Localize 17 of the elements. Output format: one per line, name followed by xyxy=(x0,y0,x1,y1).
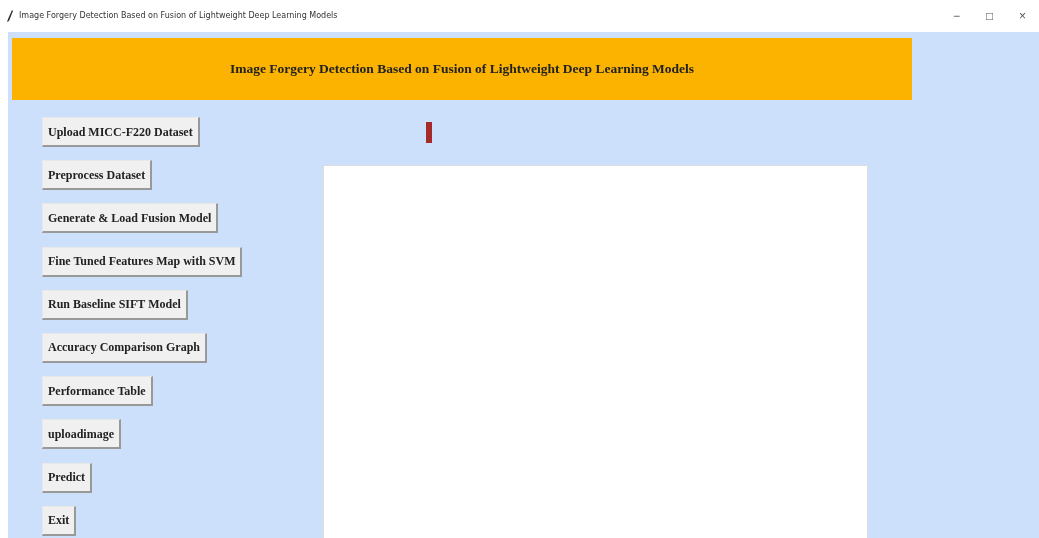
action-button[interactable]: uploadimage xyxy=(42,419,121,450)
action-button[interactable]: Preprocess Dataset xyxy=(42,160,153,191)
minimize-button[interactable]: − xyxy=(940,10,973,22)
action-button[interactable]: Upload MICC-F220 Dataset xyxy=(42,117,200,147)
window-title: Image Forgery Detection Based on Fusion of Lightweight Deep Learning Models xyxy=(19,10,338,22)
action-button[interactable]: Accuracy Comparison Graph xyxy=(42,332,207,363)
action-button[interactable]: Run Baseline SIFT Model xyxy=(42,289,188,320)
close-button[interactable]: × xyxy=(1006,10,1039,22)
maximize-button[interactable]: □ xyxy=(973,10,1006,22)
app-header: Image Forgery Detection Based on Fusion of Lightweight Deep Learning Models xyxy=(12,38,912,100)
feather-icon xyxy=(7,10,13,22)
action-button[interactable]: Fine Tuned Features Map with SVM xyxy=(42,246,243,277)
action-button[interactable]: Generate & Load Fusion Model xyxy=(42,203,219,234)
output-text-area[interactable] xyxy=(323,165,869,538)
action-button[interactable]: Performance Table xyxy=(42,376,153,407)
action-button[interactable]: Exit xyxy=(42,505,77,536)
action-button[interactable]: Predict xyxy=(42,462,93,493)
